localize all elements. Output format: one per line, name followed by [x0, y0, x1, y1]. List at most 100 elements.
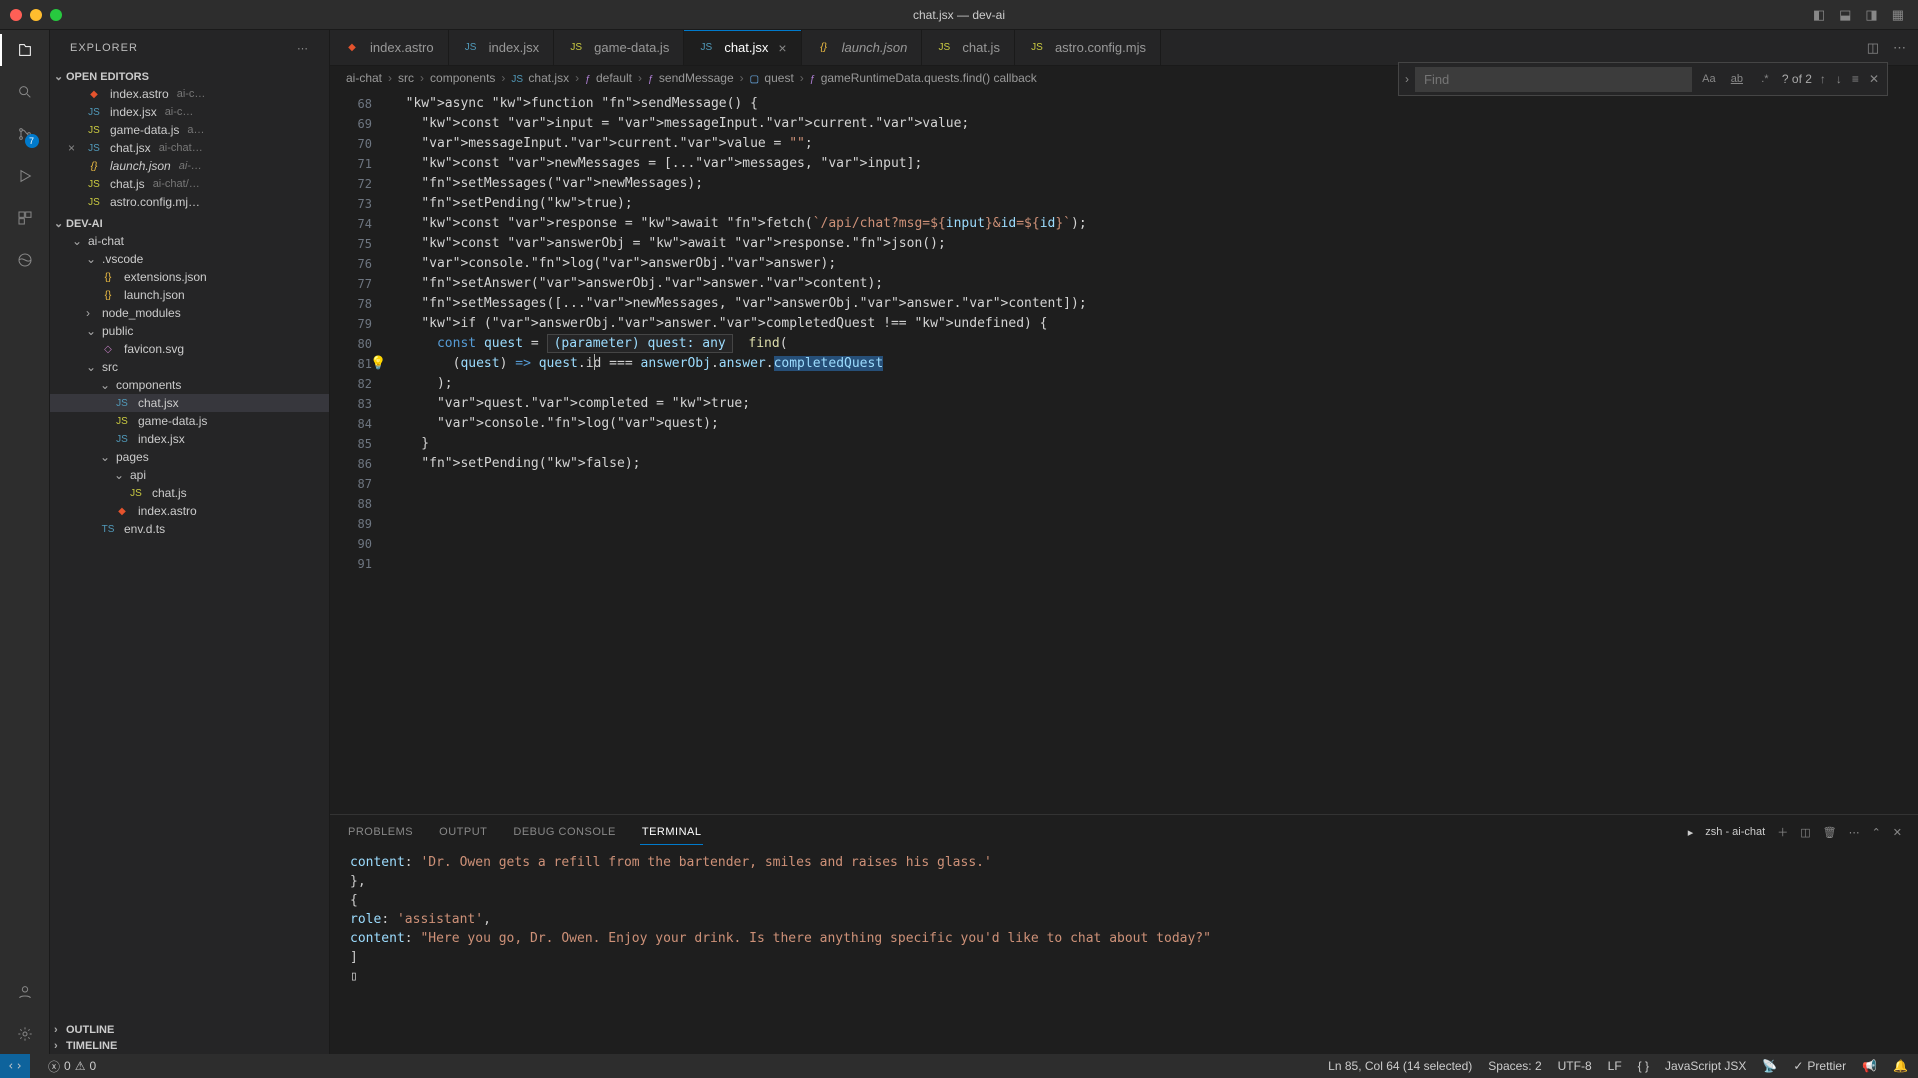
terminal-shell-label[interactable]: zsh - ai-chat [1705, 826, 1765, 838]
file-item[interactable]: {}extensions.json [50, 268, 329, 286]
folder-item[interactable]: ⌄components [50, 376, 329, 394]
errors-item[interactable]: ⓧ 0 ⚠ 0 [48, 1058, 96, 1075]
code-content[interactable]: "kw">async "kw">function "fn">sendMessag… [390, 90, 1918, 814]
open-editor-item[interactable]: JSchat.jsai-chat/… [50, 175, 329, 193]
breadcrumb-item[interactable]: ▢ quest [750, 71, 794, 85]
eol[interactable]: LF [1608, 1059, 1622, 1073]
close-editor-icon[interactable]: × [68, 141, 82, 155]
regex-icon[interactable]: .* [1754, 68, 1776, 90]
language-braces-icon[interactable]: { } [1638, 1059, 1649, 1073]
explorer-more-icon[interactable]: ⋯ [297, 42, 309, 55]
find-input[interactable] [1415, 67, 1692, 92]
language-mode[interactable]: JavaScript JSX [1665, 1059, 1746, 1073]
folder-item[interactable]: ⌄pages [50, 448, 329, 466]
terminal-output[interactable]: content: 'Dr. Owen gets a refill from th… [330, 849, 1918, 1054]
editor-tab[interactable]: JSastro.config.mjs [1015, 30, 1161, 65]
terminal-profile-icon[interactable]: ▸ [1688, 826, 1694, 839]
search-icon[interactable] [13, 80, 37, 104]
folder-item[interactable]: ⌄api [50, 466, 329, 484]
maximize-window-button[interactable] [50, 9, 62, 21]
run-debug-icon[interactable] [13, 164, 37, 188]
match-case-icon[interactable]: Aa [1698, 68, 1720, 90]
new-terminal-icon[interactable]: ＋ [1777, 824, 1788, 840]
whole-word-icon[interactable]: ab [1726, 68, 1748, 90]
editor-tab[interactable]: JSchat.jsx× [684, 30, 801, 65]
lightbulb-icon[interactable]: 💡 [370, 354, 386, 374]
close-panel-icon[interactable]: ✕ [1893, 826, 1902, 839]
file-item[interactable]: JSchat.jsx [50, 394, 329, 412]
feedback-icon[interactable]: 📢 [1862, 1059, 1877, 1073]
editor-tab[interactable]: JSgame-data.js [554, 30, 684, 65]
editor-tab[interactable]: JSchat.js [922, 30, 1015, 65]
more-actions-icon[interactable]: ⋯ [1893, 40, 1906, 56]
open-editor-item[interactable]: ◆index.astroai-c… [50, 85, 329, 103]
prettier-status[interactable]: ✓ Prettier [1793, 1059, 1846, 1073]
source-control-icon[interactable]: 7 [13, 122, 37, 146]
kill-terminal-icon[interactable]: 🗑 [1823, 826, 1837, 839]
layout-grid-icon[interactable]: ▦ [1888, 5, 1908, 25]
extensions-icon[interactable] [13, 206, 37, 230]
outline-header[interactable]: ›OUTLINE [50, 1022, 329, 1038]
open-editor-item[interactable]: JSindex.jsxai-c… [50, 103, 329, 121]
find-prev-icon[interactable]: ↑ [1818, 72, 1828, 86]
file-item[interactable]: {}launch.json [50, 286, 329, 304]
find-next-icon[interactable]: ↓ [1834, 72, 1844, 86]
folder-item[interactable]: ⌄src [50, 358, 329, 376]
breadcrumb-item[interactable]: JS chat.jsx [511, 71, 569, 85]
cursor-position[interactable]: Ln 85, Col 64 (14 selected) [1328, 1059, 1472, 1073]
debug-console-tab[interactable]: DEBUG CONSOLE [511, 826, 617, 838]
compare-changes-icon[interactable]: ◫ [1867, 40, 1879, 56]
explorer-icon[interactable] [13, 38, 37, 62]
settings-gear-icon[interactable] [13, 1022, 37, 1046]
file-item[interactable]: ◇favicon.svg [50, 340, 329, 358]
code-editor[interactable]: 6869707172737475767778798081828384858687… [330, 90, 1918, 814]
split-terminal-icon[interactable]: ◫ [1800, 826, 1810, 839]
breadcrumb-item[interactable]: src [398, 71, 414, 85]
file-item[interactable]: TSenv.d.ts [50, 520, 329, 538]
folder-item[interactable]: ⌄public [50, 322, 329, 340]
close-tab-icon[interactable]: × [778, 40, 786, 56]
project-header[interactable]: ⌄DEV-AI [50, 215, 329, 232]
breadcrumb-item[interactable]: components [430, 71, 495, 85]
go-live-icon[interactable]: 📡 [1762, 1059, 1777, 1073]
terminal-more-icon[interactable]: ⋯ [1849, 826, 1860, 839]
find-expand-icon[interactable]: › [1405, 72, 1409, 86]
breadcrumb-item[interactable]: ƒ gameRuntimeData.quests.find() callback [810, 71, 1037, 85]
problems-tab[interactable]: PROBLEMS [346, 826, 415, 838]
open-editor-item[interactable]: {}launch.jsonai-… [50, 157, 329, 175]
notifications-icon[interactable]: 🔔 [1893, 1059, 1908, 1073]
file-item[interactable]: JSindex.jsx [50, 430, 329, 448]
file-item[interactable]: ◆index.astro [50, 502, 329, 520]
file-item[interactable]: JSchat.js [50, 484, 329, 502]
close-window-button[interactable] [10, 9, 22, 21]
find-close-icon[interactable]: ✕ [1867, 72, 1881, 86]
folder-item[interactable]: ›node_modules [50, 304, 329, 322]
open-editor-item[interactable]: JSastro.config.mj… [50, 193, 329, 211]
open-editor-item[interactable]: JSgame-data.jsa… [50, 121, 329, 139]
folder-item[interactable]: ⌄ai-chat [50, 232, 329, 250]
file-item[interactable]: JSgame-data.js [50, 412, 329, 430]
edge-tools-icon[interactable] [13, 248, 37, 272]
breadcrumb-item[interactable]: ai-chat [346, 71, 382, 85]
panel-bottom-icon[interactable]: ⬓ [1835, 5, 1855, 25]
open-editors-header[interactable]: ⌄OPEN EDITORS [50, 68, 329, 85]
maximize-panel-icon[interactable]: ⌃ [1872, 826, 1881, 839]
account-icon[interactable] [13, 980, 37, 1004]
editor-tab[interactable]: ◆index.astro [330, 30, 449, 65]
breadcrumb-item[interactable]: ƒ sendMessage [648, 71, 734, 85]
terminal-tab[interactable]: TERMINAL [640, 826, 704, 845]
breadcrumb-item[interactable]: ƒ default [585, 71, 632, 85]
find-selection-icon[interactable]: ≡ [1850, 72, 1861, 86]
folder-item[interactable]: ⌄.vscode [50, 250, 329, 268]
minimize-window-button[interactable] [30, 9, 42, 21]
output-tab[interactable]: OUTPUT [437, 826, 489, 838]
panel-right-icon[interactable]: ◨ [1861, 5, 1881, 25]
panel-left-icon[interactable]: ◧ [1809, 5, 1829, 25]
open-editor-item[interactable]: ×JSchat.jsxai-chat… [50, 139, 329, 157]
editor-tab[interactable]: JSindex.jsx [449, 30, 555, 65]
indentation[interactable]: Spaces: 2 [1488, 1059, 1541, 1073]
editor-tab[interactable]: {}launch.json [802, 30, 923, 65]
remote-indicator[interactable] [0, 1054, 30, 1078]
encoding[interactable]: UTF-8 [1558, 1059, 1592, 1073]
timeline-header[interactable]: ›TIMELINE [50, 1038, 329, 1054]
